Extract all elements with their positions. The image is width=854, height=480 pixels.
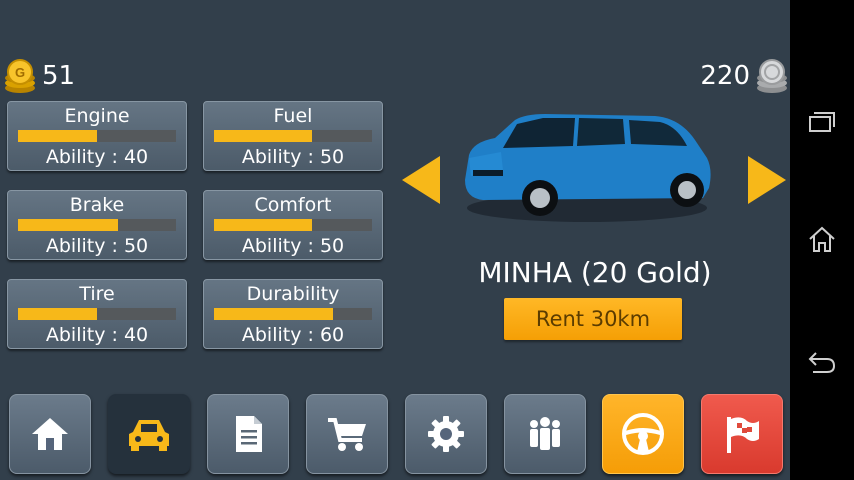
- stat-card-comfort[interactable]: Comfort Ability : 50: [203, 190, 383, 260]
- system-navigation-bar: [790, 0, 854, 480]
- people-icon: [530, 417, 560, 450]
- stat-ability: Ability : 50: [241, 146, 345, 168]
- flag-icon: [727, 417, 759, 453]
- previous-car-arrow-icon[interactable]: [402, 156, 440, 204]
- stat-bar: [214, 130, 372, 142]
- stat-bar-fill: [214, 308, 333, 320]
- silver-amount: 220: [700, 61, 750, 91]
- stat-card-engine[interactable]: Engine Ability : 40: [7, 101, 187, 171]
- gold-amount: 51: [42, 61, 76, 91]
- stat-ability: Ability : 50: [45, 235, 149, 257]
- home-button[interactable]: [9, 394, 91, 474]
- stat-ability: Ability : 60: [241, 324, 345, 346]
- stat-title: Comfort: [254, 194, 332, 216]
- silver-coins-icon: [757, 59, 787, 93]
- game-screen: G 51 220 Engine Ability : 40 Fuel Abilit…: [0, 0, 790, 480]
- car-name: MINHA (20 Gold): [478, 256, 712, 289]
- drive-button[interactable]: [602, 394, 684, 474]
- document-icon: [236, 416, 262, 452]
- stat-card-fuel[interactable]: Fuel Ability : 50: [203, 101, 383, 171]
- recent-apps-icon[interactable]: [807, 108, 837, 138]
- shop-button[interactable]: [306, 394, 388, 474]
- stat-title: Engine: [64, 105, 130, 127]
- stat-title: Tire: [79, 283, 115, 305]
- stat-title: Durability: [246, 283, 340, 305]
- back-icon[interactable]: [807, 346, 837, 376]
- stat-bar-fill: [214, 219, 312, 231]
- stat-title: Brake: [69, 194, 125, 216]
- home-nav-icon[interactable]: [807, 224, 837, 254]
- stat-bar-fill: [18, 308, 97, 320]
- car-image: [465, 114, 711, 222]
- stat-bar: [214, 219, 372, 231]
- stat-bar: [18, 219, 176, 231]
- next-car-arrow-icon[interactable]: [748, 156, 786, 204]
- stat-bar-fill: [214, 130, 312, 142]
- garage-button[interactable]: [108, 394, 190, 474]
- stat-card-durability[interactable]: Durability Ability : 60: [203, 279, 383, 349]
- settings-button[interactable]: [405, 394, 487, 474]
- team-button[interactable]: [504, 394, 586, 474]
- missions-button[interactable]: [207, 394, 289, 474]
- stat-bar: [18, 130, 176, 142]
- stat-bar: [18, 308, 176, 320]
- car-icon: [129, 420, 169, 451]
- stat-bar: [214, 308, 372, 320]
- steering-wheel-icon: [622, 413, 664, 455]
- stat-card-brake[interactable]: Brake Ability : 50: [7, 190, 187, 260]
- stat-ability: Ability : 40: [45, 324, 149, 346]
- svg-text:G: G: [15, 65, 25, 80]
- home-icon: [32, 418, 68, 450]
- gear-icon: [428, 416, 464, 452]
- gold-coins-icon: G: [5, 59, 35, 93]
- finish-button[interactable]: [701, 394, 783, 474]
- stat-bar-fill: [18, 130, 97, 142]
- stat-title: Fuel: [273, 105, 313, 127]
- rent-button[interactable]: Rent 30km: [504, 298, 682, 340]
- stat-card-tire[interactable]: Tire Ability : 40: [7, 279, 187, 349]
- cart-icon: [328, 418, 366, 451]
- stat-ability: Ability : 40: [45, 146, 149, 168]
- stat-ability: Ability : 50: [241, 235, 345, 257]
- stat-bar-fill: [18, 219, 118, 231]
